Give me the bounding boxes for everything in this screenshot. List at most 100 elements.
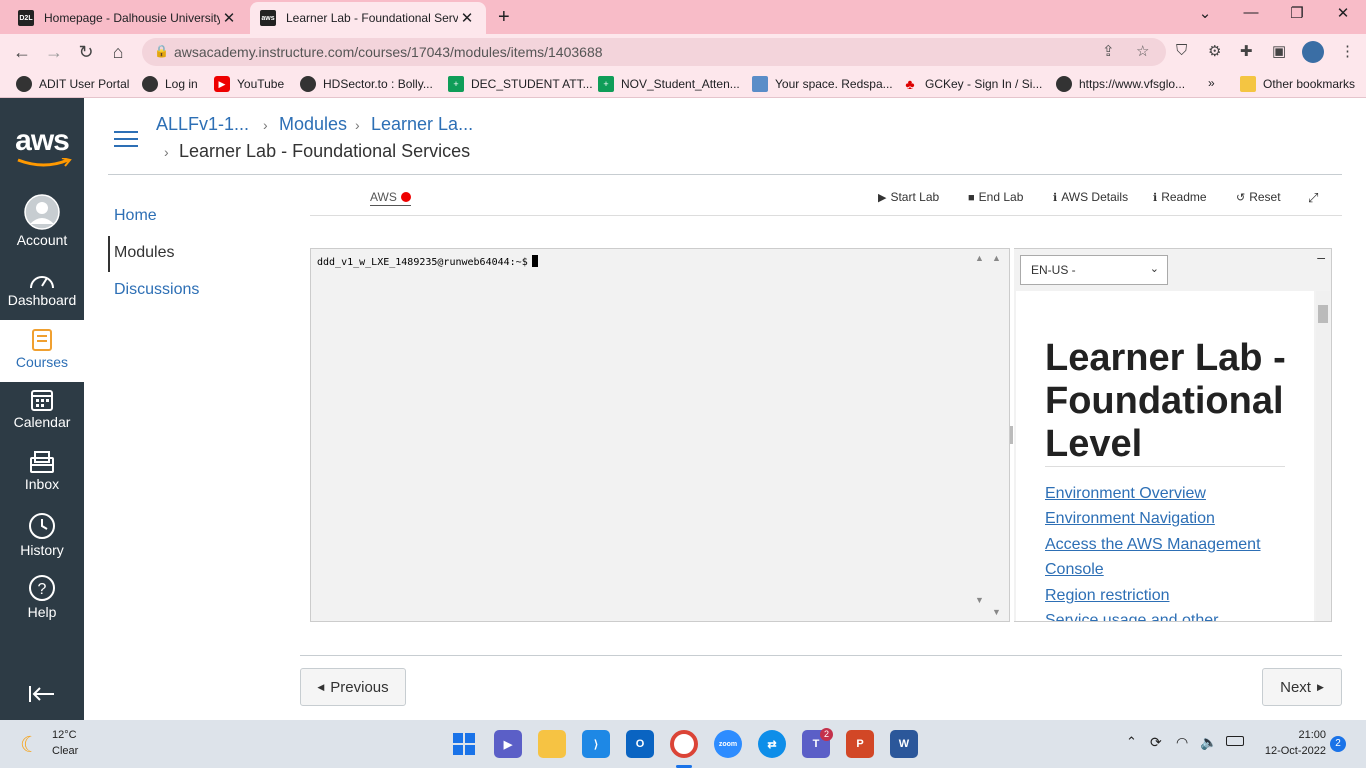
aws-status-link[interactable]: AWS [370,190,411,206]
battery-icon[interactable] [1226,736,1244,746]
reload-icon[interactable]: ↻ [74,40,98,64]
profile-avatar[interactable] [1302,41,1324,63]
link-environment-overview[interactable]: Environment Overview [1045,485,1206,503]
windows-taskbar: ☾ 12°C Clear ▶ ⟩ O zoom ⇄ T 2 P W ⌃ ⟳ ◠ … [0,720,1366,768]
splitter-handle[interactable] [1010,426,1013,444]
readme-scrollbar[interactable] [1316,291,1330,621]
volume-icon[interactable]: 🔈 [1200,734,1217,751]
nav-courses[interactable]: Courses [0,320,84,382]
menu-kebab-icon[interactable]: ⋮ [1340,42,1355,60]
side-panel-icon[interactable]: ▣ [1272,42,1286,60]
forward-icon[interactable]: → [42,40,66,64]
nav-inbox[interactable]: Inbox [0,450,84,496]
aws-logo[interactable]: aws [14,124,70,158]
word-icon[interactable]: W [890,730,918,758]
clock-date[interactable]: 12-Oct-2022 [1256,745,1326,757]
notification-badge[interactable]: 2 [1330,736,1346,752]
tab-search-icon[interactable]: ⌄ [1190,4,1220,22]
share-icon[interactable]: ⇪ [1102,42,1115,60]
powerpoint-icon[interactable]: P [846,730,874,758]
tab-learner-lab[interactable]: aws Learner Lab - Foundational Servic ✕ [250,2,486,34]
link-region-restriction[interactable]: Region restriction [1045,587,1170,605]
fullscreen-icon[interactable]: ⤢ [1308,190,1318,206]
course-nav-modules[interactable]: Modules [114,244,174,262]
wifi-icon[interactable]: ◠ [1176,734,1188,751]
tab-dalhousie[interactable]: D2L Homepage - Dalhousie University ✕ [8,2,248,34]
bookmark-login[interactable]: Log in [142,76,198,92]
weather-temperature[interactable]: 12°C [52,729,77,741]
close-window-icon[interactable]: ✕ [1328,4,1358,22]
readme-button[interactable]: ℹ Readme [1153,190,1207,204]
bookmark-gckey[interactable]: ♣ GCKey - Sign In / Si... [902,76,1042,92]
breadcrumb-item[interactable]: Learner La... [371,114,473,135]
windows-start-icon[interactable] [450,730,478,758]
previous-button[interactable]: ◀ Previous [300,668,406,706]
sync-icon[interactable]: ⟳ [1150,734,1162,751]
scroll-down-icon[interactable]: ▼ [992,607,1001,617]
next-button[interactable]: Next ▶ [1262,668,1342,706]
button-label: Reset [1249,190,1281,204]
bookmarks-overflow[interactable]: » [1208,76,1215,90]
bookmark-dec-student[interactable]: + DEC_STUDENT ATT... [448,76,593,92]
teams-meet-icon[interactable]: ▶ [494,730,522,758]
nav-history[interactable]: History [0,512,84,558]
collapse-icon[interactable] [28,684,56,704]
course-menu-hamburger-icon[interactable] [114,131,138,149]
scrollbar-thumb[interactable] [1318,305,1328,323]
breadcrumb-modules[interactable]: Modules [279,114,347,135]
terminal-panel[interactable]: ddd_v1_w_LXE_1489235@runweb64044:~$ ▲ ▲ … [310,248,1010,622]
scroll-down-icon[interactable]: ▼ [975,595,984,605]
language-select[interactable]: EN-US - ⌄ [1020,255,1168,285]
scroll-up-icon[interactable]: ▲ [975,253,984,263]
minimize-icon[interactable]: — [1236,4,1266,21]
title-divider [1045,466,1285,467]
close-tab-icon[interactable]: ✕ [220,9,238,27]
maple-leaf-icon: ♣ [905,76,915,92]
zoom-icon[interactable]: zoom [714,730,742,758]
end-lab-button[interactable]: ■ End Lab [968,190,1023,204]
teamviewer-icon[interactable]: ⇄ [758,730,786,758]
tray-chevron-up-icon[interactable]: ⌃ [1126,734,1137,750]
bookmark-youtube[interactable]: ▶ YouTube [214,76,284,92]
bookmark-nov-student[interactable]: + NOV_Student_Atten... [598,76,740,92]
clock-time[interactable]: 21:00 [1256,729,1326,741]
aws-details-button[interactable]: ℹ AWS Details [1053,190,1128,204]
nav-dashboard[interactable]: Dashboard [0,270,84,314]
bookmark-star-icon[interactable]: ☆ [1136,42,1149,60]
other-bookmarks[interactable]: Other bookmarks [1240,76,1355,92]
nav-calendar[interactable]: Calendar [0,388,84,434]
puzzle-extensions-icon[interactable]: ✚ [1240,42,1253,60]
back-icon[interactable]: ← [10,40,34,64]
breadcrumb-course[interactable]: ALLFv1-1... [156,114,249,135]
course-nav-discussions[interactable]: Discussions [114,281,199,299]
chrome-icon[interactable] [670,730,698,758]
link-environment-navigation[interactable]: Environment Navigation [1045,510,1215,528]
reset-button[interactable]: ↺ Reset [1236,190,1281,204]
link-access-console-cont[interactable]: Console [1045,561,1104,579]
close-tab-icon[interactable]: ✕ [458,9,476,27]
minimize-panel-icon[interactable]: – [1317,249,1325,265]
outlook-icon[interactable]: O [626,730,654,758]
course-nav-home[interactable]: Home [114,207,157,225]
shield-extension-icon[interactable]: ⛉ [1176,42,1187,59]
vscode-icon[interactable]: ⟩ [582,730,610,758]
link-access-console[interactable]: Access the AWS Management [1045,536,1261,554]
bookmark-hdsector[interactable]: HDSector.to : Bolly... [300,76,433,92]
start-lab-button[interactable]: ▶ Start Lab [878,190,939,204]
bookmark-redspace[interactable]: Your space. Redspa... [752,76,893,92]
restore-icon[interactable]: ❐ [1282,4,1312,22]
scroll-up-icon[interactable]: ▲ [992,253,1001,263]
weather-condition[interactable]: Clear [52,745,78,757]
home-icon[interactable]: ⌂ [106,40,130,64]
readme-document: Learner Lab - Foundational Level Environ… [1016,291,1314,621]
extension-icon[interactable]: ⚙ [1208,42,1221,60]
bookmark-adit[interactable]: ADIT User Portal [16,76,129,92]
nav-account[interactable]: Account [0,194,84,254]
button-label: Next [1280,678,1311,696]
new-tab-button[interactable]: + [498,6,510,29]
file-explorer-icon[interactable] [538,730,566,758]
bookmark-vfs[interactable]: https://www.vfsglo... [1056,76,1185,92]
address-bar[interactable]: 🔒 awsacademy.instructure.com/courses/170… [142,38,1166,66]
nav-help[interactable]: ? Help [0,574,84,620]
link-service-usage[interactable]: Service usage and other [1045,612,1218,621]
